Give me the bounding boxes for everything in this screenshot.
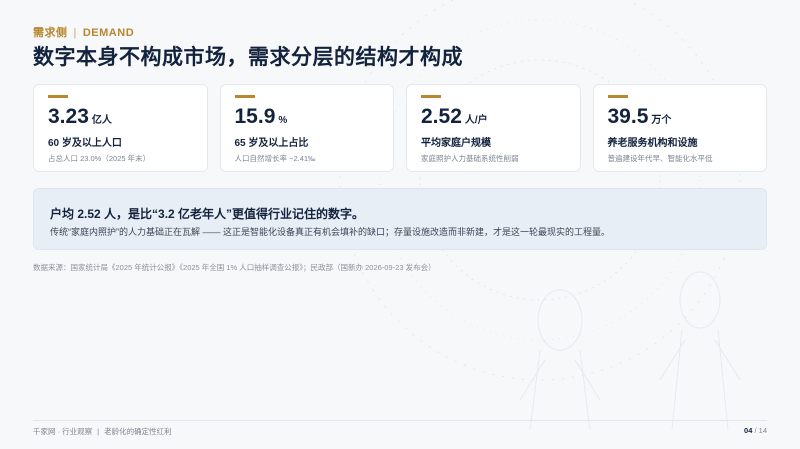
stat-unit: 万个	[651, 115, 672, 126]
footer-brand: 千家网 · 行业观察	[33, 427, 93, 436]
stat-value-row: 2.52 人/户	[421, 106, 566, 128]
stat-value: 2.52	[421, 105, 462, 128]
accent-bar	[421, 95, 441, 98]
stat-unit: 人/户	[464, 115, 488, 126]
stat-cards: 3.23 亿人 60 岁及以上人口 占总人口 23.0%（2025 年末） 15.…	[33, 84, 767, 172]
accent-bar	[607, 95, 628, 98]
page-number: 04 / 14	[744, 426, 767, 435]
callout-body: 传统“家庭内照护”的人力基础正在瓦解 —— 这正是智能化设备真正有机会填补的缺口…	[50, 227, 610, 237]
footer-topic: 老龄化的确定性红利	[104, 427, 172, 436]
data-source-note: 数据来源：国家统计局《2025 年统计公报》《2025 年全国 1% 人口抽样调…	[33, 263, 436, 272]
callout-headline: 户均 2.52 人，是比“3.2 亿老年人”更值得行业记住的数字。	[50, 207, 365, 221]
stat-card-household-size: 2.52 人/户 平均家庭户规模 家庭照护人力基础系统性削弱	[406, 84, 581, 172]
stat-note: 家庭照护人力基础系统性削弱	[421, 154, 519, 163]
stat-label: 65 岁及以上占比	[234, 138, 309, 149]
stat-value: 39.5	[607, 105, 649, 128]
footer-separator: |	[97, 427, 100, 436]
key-insight-callout: 户均 2.52 人，是比“3.2 亿老年人”更值得行业记住的数字。 传统“家庭内…	[33, 188, 767, 250]
accent-bar	[234, 95, 255, 98]
stat-unit: %	[278, 115, 288, 126]
stat-unit: 亿人	[91, 115, 112, 126]
footer-divider	[33, 420, 767, 421]
section-tag-en: DEMAND	[82, 27, 135, 39]
stat-note: 人口自然增长率 −2.41‰	[234, 154, 316, 163]
stat-value: 15.9	[234, 105, 276, 128]
section-tag-cn: 需求侧	[33, 27, 68, 39]
stat-card-65plus-share: 15.9% 65 岁及以上占比 人口自然增长率 −2.41‰	[219, 84, 394, 172]
stat-value-row: 39.5 万个	[608, 106, 753, 128]
page-title: 数字本身不构成市场，需求分层的结构才构成	[33, 46, 463, 69]
stat-label: 养老服务机构和设施	[607, 138, 698, 149]
stat-value-row: 3.23 亿人	[48, 106, 193, 128]
section-tag-separator: |	[73, 27, 77, 39]
page-total: / 14	[754, 426, 767, 435]
stat-card-elderly-population: 3.23 亿人 60 岁及以上人口 占总人口 23.0%（2025 年末）	[33, 84, 208, 172]
page-current: 04	[744, 426, 753, 435]
footer-meta: 千家网 · 行业观察 | 老龄化的确定性红利	[33, 426, 172, 437]
stat-value: 3.23	[48, 105, 89, 128]
stat-note: 占总人口 23.0%（2025 年末）	[48, 154, 151, 163]
stat-label: 平均家庭户规模	[421, 138, 491, 149]
section-tag: 需求侧 | DEMAND	[33, 24, 134, 40]
stat-note: 普遍建设年代早、智能化水平低	[607, 154, 713, 163]
stat-card-care-facilities: 39.5 万个 养老服务机构和设施 普遍建设年代早、智能化水平低	[592, 84, 767, 172]
stat-value-row: 15.9%	[235, 106, 380, 128]
accent-bar	[48, 95, 68, 98]
stat-label: 60 岁及以上人口	[48, 138, 122, 149]
